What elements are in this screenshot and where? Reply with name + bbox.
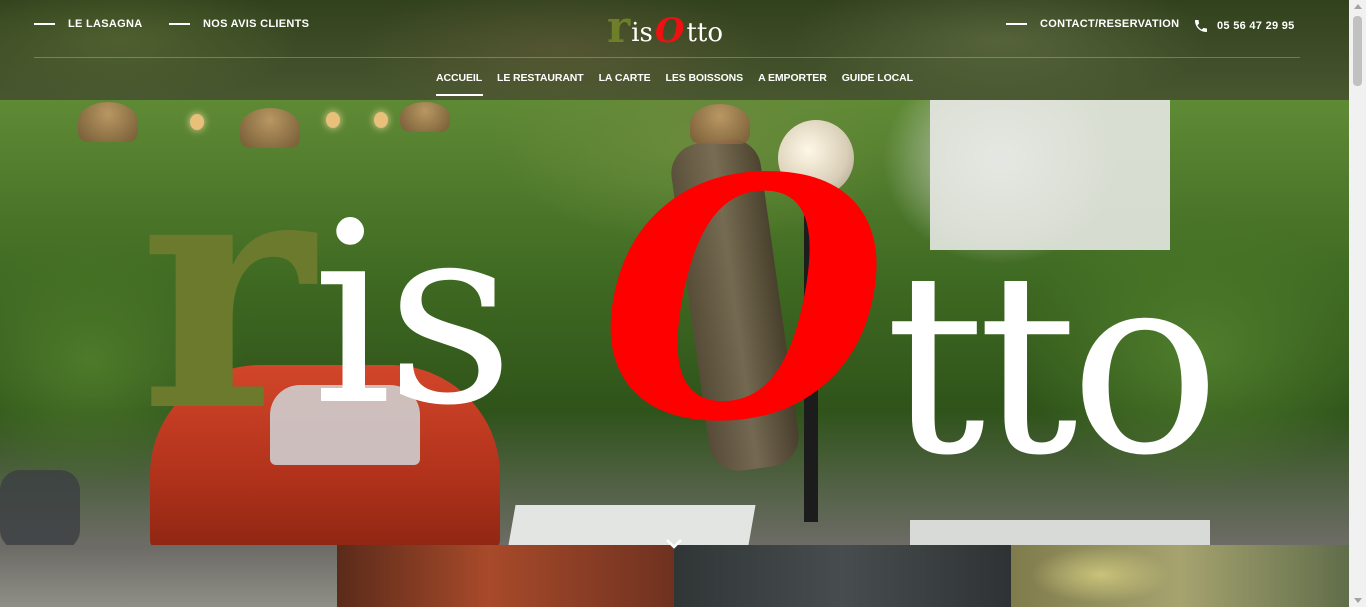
phone-link[interactable]: 05 56 47 29 95 [1193, 18, 1295, 34]
string-light-bulb [190, 114, 204, 130]
hanging-lantern [690, 104, 750, 144]
logo-letters-tto: tto [686, 18, 724, 48]
nav-item-le-restaurant[interactable]: LE RESTAURANT [490, 72, 592, 84]
nav-item-a-emporter[interactable]: A EMPORTER [751, 72, 835, 84]
terrace-chair [0, 470, 80, 545]
phone-icon [1195, 20, 1207, 32]
hanging-lantern [400, 102, 450, 132]
site-logo[interactable]: r is O tto [607, 2, 724, 53]
nav-item-accueil[interactable]: ACCUEIL [429, 72, 490, 96]
scroll-thumb[interactable] [1353, 16, 1362, 86]
dash-decoration [34, 23, 55, 25]
scroll-down-arrow-icon[interactable] [1354, 598, 1362, 603]
string-light-bulb [374, 112, 388, 128]
contact-reservation-label: CONTACT/RESERVATION [1040, 18, 1180, 30]
feature-tile[interactable] [1011, 545, 1349, 607]
main-nav: ACCUEIL LE RESTAURANT LA CARTE LES BOISS… [0, 72, 1349, 96]
feature-tile[interactable] [674, 545, 1011, 607]
lamp-globe [778, 120, 854, 196]
tree-trunk [667, 135, 803, 475]
hero-image: r is O tto [0, 100, 1349, 545]
dash-decoration [169, 23, 190, 25]
contact-reservation-link[interactable]: CONTACT/RESERVATION [1006, 18, 1179, 30]
terrace-table [910, 520, 1210, 545]
site-header: LE LASAGNA NOS AVIS CLIENTS CONTACT/RESE… [0, 0, 1349, 100]
nav-item-la-carte[interactable]: LA CARTE [591, 72, 658, 84]
hanging-lantern [240, 108, 300, 148]
nos-avis-clients-link[interactable]: NOS AVIS CLIENTS [169, 18, 309, 30]
terrace-table [508, 505, 756, 545]
hero-logo-letters-tto: tto [885, 219, 1220, 510]
phone-number: 05 56 47 29 95 [1217, 20, 1295, 32]
hanging-lantern [78, 102, 138, 142]
lamp-pole [804, 192, 818, 522]
feature-tile[interactable] [0, 545, 337, 607]
logo-letter-r: r [607, 2, 631, 53]
car-window [270, 385, 420, 465]
feature-tiles [0, 545, 1349, 607]
scroll-up-arrow-icon[interactable] [1354, 4, 1362, 9]
nav-item-guide-local[interactable]: GUIDE LOCAL [834, 72, 920, 84]
le-lasagna-label: LE LASAGNA [68, 18, 143, 30]
le-lasagna-link[interactable]: LE LASAGNA [34, 18, 143, 30]
dash-decoration [1006, 23, 1027, 25]
string-light-bulb [326, 112, 340, 128]
nav-item-les-boissons[interactable]: LES BOISSONS [658, 72, 751, 84]
logo-letters-is: is [631, 18, 653, 48]
logo-letter-o: O [654, 11, 685, 51]
vertical-scrollbar[interactable] [1349, 0, 1366, 607]
chevron-down-icon[interactable] [664, 538, 684, 550]
background-building [930, 100, 1170, 250]
nos-avis-clients-label: NOS AVIS CLIENTS [203, 18, 310, 30]
header-divider [34, 57, 1300, 58]
feature-tile[interactable] [337, 545, 674, 607]
